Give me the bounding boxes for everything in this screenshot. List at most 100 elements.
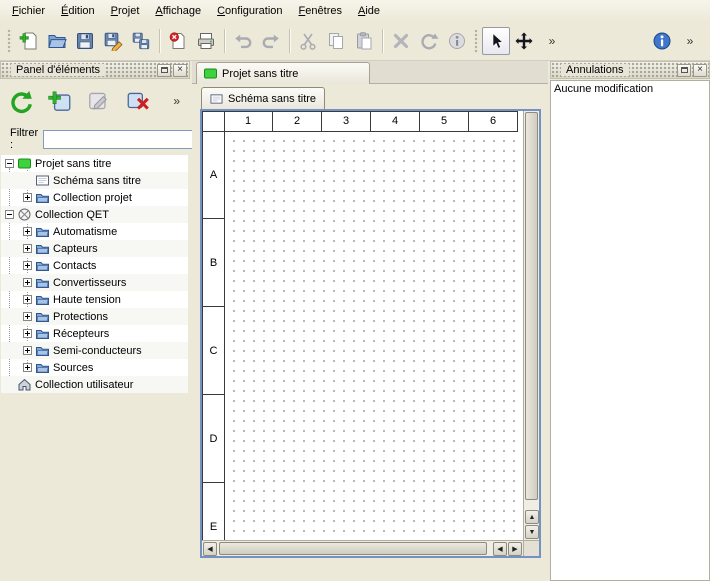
- expand-expander-icon[interactable]: [23, 261, 32, 270]
- menu-configuration[interactable]: Configuration: [209, 2, 290, 20]
- schema-tab[interactable]: Schéma sans titre: [201, 87, 325, 109]
- schema-canvas[interactable]: 1 2 3 4 5 6 A B C D E: [202, 111, 523, 540]
- copy-button[interactable]: [322, 27, 350, 55]
- undo-history-item[interactable]: Aucune modification: [551, 81, 709, 97]
- cut-button[interactable]: [294, 27, 322, 55]
- undo-button[interactable]: [229, 27, 257, 55]
- save-button[interactable]: [71, 27, 99, 55]
- toolbar-overflow-button[interactable]: »: [538, 27, 566, 55]
- paste-button[interactable]: [350, 27, 378, 55]
- tree-item-collection-projet[interactable]: Collection projet: [1, 189, 188, 206]
- rotate-button[interactable]: [415, 27, 443, 55]
- tree-item-semi-conducteurs[interactable]: Semi-conducteurs: [1, 342, 188, 359]
- new-element-button[interactable]: [43, 84, 77, 118]
- expand-expander-icon[interactable]: [23, 295, 32, 304]
- menu-fichier[interactable]: Fichier: [4, 2, 53, 20]
- expand-expander-icon[interactable]: [23, 227, 32, 236]
- select-mode-button[interactable]: [482, 27, 510, 55]
- menu-edition[interactable]: Édition: [53, 2, 103, 20]
- close-panel-button[interactable]: ×: [173, 64, 187, 77]
- folder-icon: [36, 361, 49, 374]
- delete-button[interactable]: [387, 27, 415, 55]
- toolbar-drag-handle[interactable]: [7, 29, 12, 53]
- collapse-expander-icon[interactable]: [5, 159, 14, 168]
- info-button[interactable]: [443, 27, 471, 55]
- scroll-up-button[interactable]: ▲: [525, 510, 539, 524]
- ruler-corner: [202, 111, 225, 132]
- menu-fenetres[interactable]: Fenêtres: [291, 2, 350, 20]
- reload-icon: [8, 88, 34, 114]
- float-panel-button[interactable]: [677, 64, 691, 77]
- tree-item-collection-utilisateur[interactable]: Collection utilisateur: [1, 376, 188, 393]
- expand-expander-icon[interactable]: [23, 278, 32, 287]
- tree-item-label: Collection QET: [35, 209, 109, 221]
- new-file-button[interactable]: [15, 27, 43, 55]
- tree-item-protections[interactable]: Protections: [1, 308, 188, 325]
- save-as-button[interactable]: [99, 27, 127, 55]
- project-icon: [18, 157, 31, 170]
- folder-icon: [36, 293, 49, 306]
- tree-item-convertisseurs[interactable]: Convertisseurs: [1, 274, 188, 291]
- elements-panel-titlebar[interactable]: Panel d'éléments ×: [0, 61, 190, 79]
- close-panel-button[interactable]: ×: [693, 64, 707, 77]
- expand-expander-icon[interactable]: [23, 193, 32, 202]
- toolbar-drag-handle[interactable]: [474, 29, 479, 53]
- open-file-button[interactable]: [43, 27, 71, 55]
- expand-expander-icon[interactable]: [23, 312, 32, 321]
- scroll-right-button[interactable]: ▶: [508, 542, 522, 556]
- tree-item-recepteurs[interactable]: Récepteurs: [1, 325, 188, 342]
- undo-icon: [233, 31, 253, 51]
- save-all-button[interactable]: [127, 27, 155, 55]
- vertical-scrollbar[interactable]: ▲ ▼: [523, 111, 539, 540]
- tree-item-schema[interactable]: Schéma sans titre: [1, 172, 188, 189]
- expand-expander-icon[interactable]: [23, 244, 32, 253]
- menu-aide[interactable]: Aide: [350, 2, 388, 20]
- vertical-scrollbar-thumb[interactable]: [525, 112, 538, 500]
- tree-item-sources[interactable]: Sources: [1, 359, 188, 376]
- row-header: B: [203, 219, 224, 307]
- expand-expander-icon[interactable]: [23, 329, 32, 338]
- collapse-expander-icon[interactable]: [5, 210, 14, 219]
- close-file-button[interactable]: [164, 27, 192, 55]
- column-header: 6: [469, 112, 518, 131]
- edit-element-button[interactable]: [82, 84, 116, 118]
- menu-affichage[interactable]: Affichage: [147, 2, 209, 20]
- pan-mode-button[interactable]: [510, 27, 538, 55]
- menu-projet[interactable]: Projet: [103, 2, 148, 20]
- about-button[interactable]: [648, 27, 676, 55]
- undo-panel: Annulations × Aucune modification: [550, 61, 710, 581]
- mdi-area: Projet sans titre Schéma sans titre 1 2 …: [192, 61, 548, 581]
- toolbar-overflow-button-right[interactable]: »: [676, 27, 704, 55]
- scroll-down-button[interactable]: ▼: [525, 525, 539, 539]
- project-window-tab[interactable]: Projet sans titre: [196, 62, 370, 84]
- schema-tabbar: Schéma sans titre: [192, 84, 548, 109]
- filter-input[interactable]: [43, 130, 193, 149]
- column-ruler: 1 2 3 4 5 6: [224, 111, 518, 132]
- toolbar-separator: [382, 29, 383, 53]
- column-header: 4: [371, 112, 420, 131]
- undo-panel-titlebar[interactable]: Annulations ×: [550, 61, 710, 79]
- qet-logo-icon: [18, 208, 31, 221]
- expand-expander-icon[interactable]: [23, 346, 32, 355]
- column-header: 5: [420, 112, 469, 131]
- float-panel-button[interactable]: [157, 64, 171, 77]
- tree-item-automatisme[interactable]: Automatisme: [1, 223, 188, 240]
- panel-toolbar-overflow-button[interactable]: »: [169, 94, 184, 108]
- close-file-icon: [168, 31, 188, 51]
- tree-item-contacts[interactable]: Contacts: [1, 257, 188, 274]
- horizontal-scrollbar-thumb[interactable]: [219, 542, 487, 555]
- delete-element-button[interactable]: [121, 84, 155, 118]
- folder-icon: [36, 225, 49, 238]
- tree-item-projet[interactable]: Projet sans titre: [1, 155, 188, 172]
- expand-expander-icon[interactable]: [23, 363, 32, 372]
- print-button[interactable]: [192, 27, 220, 55]
- reload-collections-button[interactable]: [4, 84, 38, 118]
- scroll-left-button[interactable]: ◀: [203, 542, 217, 556]
- tree-item-collection-qet[interactable]: Collection QET: [1, 206, 188, 223]
- schema-paper-grid[interactable]: [224, 131, 523, 540]
- scroll-left-button-2[interactable]: ◀: [493, 542, 507, 556]
- redo-button[interactable]: [257, 27, 285, 55]
- horizontal-scrollbar[interactable]: ◀ ◀ ▶: [202, 540, 523, 556]
- tree-item-capteurs[interactable]: Capteurs: [1, 240, 188, 257]
- tree-item-haute-tension[interactable]: Haute tension: [1, 291, 188, 308]
